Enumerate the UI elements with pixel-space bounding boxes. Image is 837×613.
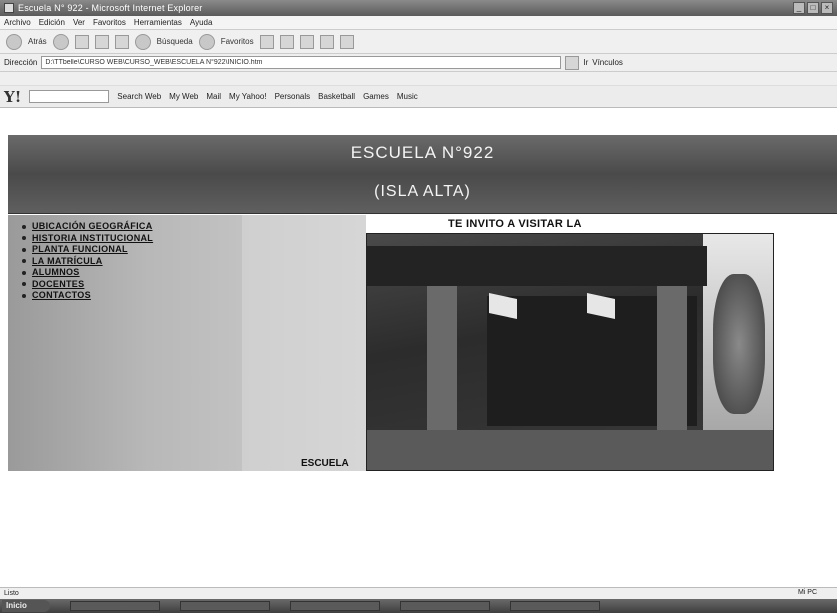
menu-tools[interactable]: Herramientas	[134, 18, 182, 27]
home-icon[interactable]	[114, 34, 129, 49]
menu-view[interactable]: Ver	[73, 18, 85, 27]
yahoo-item-basketball[interactable]: Basketball	[318, 92, 355, 101]
nav-item: CONTACTOS	[22, 290, 153, 302]
nav-link-planta[interactable]: PLANTA FUNCIONAL	[32, 244, 128, 256]
print-icon[interactable]	[319, 34, 334, 49]
maximize-button[interactable]: □	[807, 2, 819, 14]
back-button[interactable]: Atrás	[28, 37, 47, 46]
browser-toolbar: Atrás Búsqueda Favoritos	[0, 30, 837, 54]
address-label: Dirección	[4, 58, 38, 67]
address-input[interactable]	[41, 56, 562, 69]
nav-item: LA MATRÍCULA	[22, 256, 153, 268]
nav-list: UBICACIÓN GEOGRÁFICA HISTORIA INSTITUCIO…	[22, 221, 153, 302]
school-photo	[366, 233, 774, 471]
nav-link-ubicacion[interactable]: UBICACIÓN GEOGRÁFICA	[32, 221, 153, 233]
mail-icon[interactable]	[299, 34, 314, 49]
links-label[interactable]: Vínculos	[592, 58, 623, 67]
nav-link-alumnos[interactable]: ALUMNOS	[32, 267, 80, 279]
yahoo-item-games[interactable]: Games	[363, 92, 389, 101]
favorites-star-icon[interactable]	[198, 33, 215, 50]
nav-item: PLANTA FUNCIONAL	[22, 244, 153, 256]
forward-arrow-icon[interactable]	[52, 33, 69, 50]
yahoo-search-button[interactable]: Search Web	[117, 92, 161, 101]
address-bar: Dirección Ir Vínculos	[0, 54, 837, 72]
nav-item: UBICACIÓN GEOGRÁFICA	[22, 221, 153, 233]
nav-link-docentes[interactable]: DOCENTES	[32, 279, 84, 291]
bullet-icon	[22, 236, 26, 241]
yahoo-toolbar: Y! Search Web My Web Mail My Yahoo! Pers…	[0, 86, 837, 108]
ie-icon	[4, 3, 14, 13]
taskbar: Inicio	[0, 599, 837, 613]
bullet-icon	[22, 259, 26, 264]
minimize-button[interactable]: _	[793, 2, 805, 14]
favorites-button[interactable]: Favoritos	[221, 37, 254, 46]
school-name: ESCUELA N°922	[350, 143, 495, 162]
photo-roof	[367, 246, 707, 286]
status-bar: Listo Mi PC	[0, 587, 837, 599]
nav-item: HISTORIA INSTITUCIONAL	[22, 233, 153, 245]
yahoo-item-myyahoo[interactable]: My Yahoo!	[229, 92, 267, 101]
nav-item: DOCENTES	[22, 279, 153, 291]
close-button[interactable]: ×	[821, 2, 833, 14]
bullet-icon	[22, 224, 26, 229]
menu-bar: Archivo Edición Ver Favoritos Herramient…	[0, 16, 837, 30]
invite-heading: TE INVITO A VISITAR LA	[448, 218, 582, 230]
photo-ground	[367, 430, 773, 470]
middle-panel	[242, 215, 366, 471]
start-button[interactable]: Inicio	[2, 600, 50, 612]
menu-edit[interactable]: Edición	[39, 18, 65, 27]
status-text: Listo	[4, 590, 19, 597]
yahoo-item-personals[interactable]: Personals	[275, 92, 311, 101]
yahoo-search-input[interactable]	[29, 90, 110, 103]
yahoo-item-myweb[interactable]: My Web	[169, 92, 198, 101]
media-icon[interactable]	[259, 34, 274, 49]
photo-tree	[713, 274, 765, 414]
search-button[interactable]: Búsqueda	[157, 37, 193, 46]
taskbar-item[interactable]	[400, 601, 490, 611]
photo-caption: ESCUELA	[301, 458, 349, 469]
bullet-icon	[22, 270, 26, 275]
page-header: ESCUELA N°922 (ISLA ALTA)	[8, 135, 837, 214]
history-icon[interactable]	[279, 34, 294, 49]
window-controls: _ □ ×	[793, 2, 833, 14]
menu-help[interactable]: Ayuda	[190, 18, 213, 27]
taskbar-item[interactable]	[70, 601, 160, 611]
bullet-icon	[22, 282, 26, 287]
refresh-icon[interactable]	[94, 34, 109, 49]
page-content: ESCUELA N°922 (ISLA ALTA) UBICACIÓN GEOG…	[8, 135, 837, 587]
go-arrow-icon[interactable]	[565, 55, 580, 70]
title-bar: Escuela N° 922 - Microsoft Internet Expl…	[0, 0, 837, 16]
bullet-icon	[22, 247, 26, 252]
links-row	[0, 72, 837, 86]
yahoo-item-music[interactable]: Music	[397, 92, 418, 101]
nav-item: ALUMNOS	[22, 267, 153, 279]
go-button[interactable]: Ir	[583, 58, 588, 67]
yahoo-item-mail[interactable]: Mail	[206, 92, 221, 101]
search-icon[interactable]	[134, 33, 151, 50]
taskbar-item[interactable]	[290, 601, 380, 611]
window-title: Escuela N° 922 - Microsoft Internet Expl…	[18, 3, 203, 13]
status-zone: Mi PC	[797, 589, 817, 596]
back-arrow-icon[interactable]	[6, 33, 22, 50]
bullet-icon	[22, 293, 26, 298]
taskbar-item[interactable]	[510, 601, 600, 611]
menu-file[interactable]: Archivo	[4, 18, 31, 27]
nav-link-contactos[interactable]: CONTACTOS	[32, 290, 91, 302]
yahoo-logo[interactable]: Y!	[4, 88, 21, 106]
menu-favorites[interactable]: Favoritos	[93, 18, 126, 27]
nav-link-matricula[interactable]: LA MATRÍCULA	[32, 256, 103, 268]
taskbar-item[interactable]	[180, 601, 270, 611]
stop-icon[interactable]	[74, 34, 89, 49]
nav-link-historia[interactable]: HISTORIA INSTITUCIONAL	[32, 233, 153, 245]
edit-icon[interactable]	[339, 34, 354, 49]
school-place: (ISLA ALTA)	[374, 183, 471, 200]
